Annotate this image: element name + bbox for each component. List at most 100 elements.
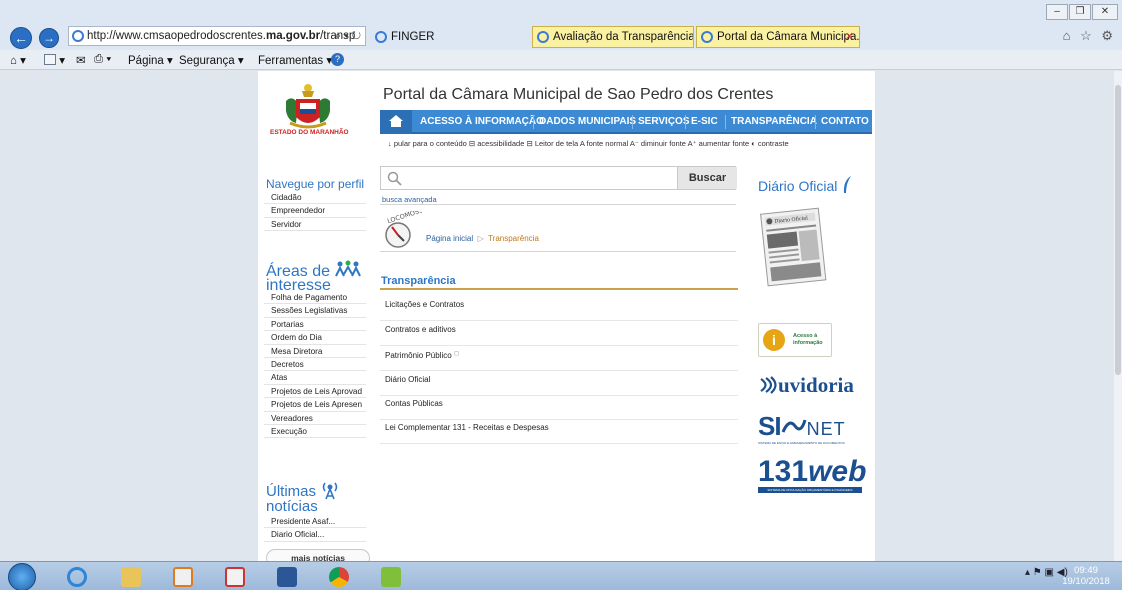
- mail-icon[interactable]: ✉: [76, 53, 86, 67]
- url-domain: ma.gov.br: [265, 30, 321, 42]
- accessibility-bar[interactable]: ↓ pular para o conteúdo ⊟ acessibilidade…: [388, 139, 789, 148]
- acesso-informacao-badge[interactable]: i Acesso à informação: [758, 323, 832, 357]
- address-bar[interactable]: http://www.cmsaopedrodoscrentes.ma.gov.b…: [68, 26, 366, 46]
- word-icon: [277, 567, 297, 587]
- url-prefix: http://www.cmsaopedrodoscrentes.: [87, 30, 266, 42]
- menu-contato[interactable]: CONTATO: [821, 116, 869, 127]
- feeds-icon[interactable]: ▾: [44, 53, 65, 67]
- menu-dados-municipais[interactable]: DADOS MUNICIPAIS: [539, 116, 636, 127]
- area-item[interactable]: Projetos de Leis Apresen: [264, 398, 366, 412]
- news-item[interactable]: Diario Oficial...: [264, 528, 366, 542]
- print-icon[interactable]: ⎙ ▾: [94, 53, 111, 66]
- ouvidoria-logo[interactable]: uvidoria: [758, 373, 854, 398]
- 131web-subtitle: SISTEMA DE DIVULGAÇÃO ORÇAMENTÁRIA E FIN…: [758, 487, 862, 493]
- more-news-button[interactable]: mais notícias: [266, 549, 370, 561]
- area-item[interactable]: Portarias: [264, 318, 366, 332]
- area-item[interactable]: Folha de Pagamento: [264, 291, 366, 305]
- favorite-finger[interactable]: FINGER: [370, 26, 530, 48]
- taskbar-chrome[interactable]: [314, 563, 364, 590]
- site-container: ESTADO DO MARANHÃO Portal da Câmara Muni…: [258, 71, 875, 561]
- locomoss-label: LOCOMOSS: [386, 211, 422, 225]
- taskbar-media[interactable]: [158, 563, 208, 590]
- area-item[interactable]: Decretos: [264, 358, 366, 372]
- state-label: ESTADO DO MARANHÃO: [270, 129, 349, 136]
- menu-transparencia[interactable]: TRANSPARÊNCIA: [731, 116, 817, 127]
- tab-portal-camara[interactable]: Portal da Câmara Municipa... ✕: [696, 26, 860, 48]
- diario-oficial-heading[interactable]: Diário Oficial: [758, 175, 853, 195]
- home-menu-button[interactable]: [380, 110, 412, 134]
- home-icon[interactable]: ⌂ ▾: [10, 53, 26, 67]
- search-input[interactable]: Buscar: [380, 166, 737, 190]
- area-item[interactable]: Ordem do Dia: [264, 331, 366, 345]
- link-lei-131[interactable]: Lei Complementar 131 - Receitas e Despes…: [380, 419, 738, 444]
- siofnet-subtitle: SISTEMA DE ENVIO E ARMAZENAMENTO DE DOCU…: [758, 441, 845, 445]
- clock[interactable]: 09:49 19/10/2018: [1056, 565, 1116, 587]
- menu-seguranca[interactable]: Segurança ▾: [179, 53, 244, 67]
- back-button[interactable]: ←: [10, 27, 32, 49]
- breadcrumb-current: Transparência: [488, 234, 539, 243]
- area-item[interactable]: Vereadores: [264, 412, 366, 425]
- menu-servicos[interactable]: SERVIÇOS: [638, 116, 690, 127]
- area-item[interactable]: Projetos de Leis Aprovad: [264, 385, 366, 399]
- link-diario[interactable]: Diário Oficial: [380, 371, 738, 396]
- area-item[interactable]: Mesa Diretora: [264, 345, 366, 358]
- info-icon: i: [763, 329, 785, 351]
- taskbar-explorer[interactable]: [106, 563, 156, 590]
- page-viewport: ESTADO DO MARANHÃO Portal da Câmara Muni…: [0, 71, 1114, 561]
- help-icon[interactable]: ?: [331, 53, 344, 66]
- 131web-logo[interactable]: 131web: [758, 455, 866, 489]
- breadcrumb-home[interactable]: Página inicial: [426, 234, 473, 243]
- close-window-button[interactable]: ✕: [1092, 4, 1118, 20]
- menu-acesso-informacao[interactable]: ACESSO À INFORMAÇÃO: [420, 116, 544, 127]
- link-patrimonio[interactable]: Patrimônio Público ◻: [380, 346, 738, 371]
- close-tab-icon[interactable]: ✕: [845, 27, 854, 47]
- areas-heading: Áreas de interesse: [266, 260, 361, 294]
- start-button[interactable]: [8, 563, 36, 590]
- taskbar-word[interactable]: [262, 563, 312, 590]
- tab-title: Avaliação da Transparência do...: [553, 31, 694, 43]
- tab-avaliacao[interactable]: Avaliação da Transparência do...: [532, 26, 694, 48]
- vertical-scrollbar[interactable]: [1114, 71, 1122, 561]
- news-item[interactable]: Presidente Asaf...: [264, 515, 366, 529]
- link-contas[interactable]: Contas Públicas: [380, 395, 738, 420]
- restore-button[interactable]: ❐: [1069, 4, 1091, 20]
- main-menu: ACESSO À INFORMAÇÃO DADOS MUNICIPAIS SER…: [380, 110, 872, 134]
- taskbar-snipping[interactable]: [210, 563, 260, 590]
- siofnet-wave-icon: [781, 419, 807, 433]
- search-refresh-icon[interactable]: ⌕ ▾ ↻: [335, 27, 361, 45]
- link-contratos[interactable]: Contratos e aditivos: [380, 321, 738, 346]
- menu-pagina[interactable]: Página ▾: [128, 53, 173, 67]
- scroll-thumb[interactable]: [1115, 85, 1121, 375]
- forward-button[interactable]: →: [39, 28, 59, 48]
- link-licitacoes[interactable]: Licitações e Contratos: [380, 296, 738, 321]
- advanced-search-link[interactable]: busca avançada: [382, 195, 437, 204]
- menu-ferramentas[interactable]: Ferramentas ▾: [258, 53, 332, 67]
- ie-page-icon: [72, 30, 84, 42]
- search-button[interactable]: Buscar: [677, 167, 737, 189]
- profile-list: Cidadão Empreendedor Servidor: [264, 191, 366, 232]
- profile-item[interactable]: Empreendedor: [264, 204, 366, 218]
- people-icon: [334, 260, 361, 277]
- clock-date: 19/10/2018: [1062, 576, 1110, 587]
- section-title: Transparência: [381, 275, 456, 287]
- tab-title: Portal da Câmara Municipa...: [717, 31, 860, 43]
- area-item[interactable]: Sessões Legislativas: [264, 304, 366, 318]
- profile-item[interactable]: Cidadão: [264, 191, 366, 205]
- site-title: Portal da Câmara Municipal de Sao Pedro …: [383, 86, 774, 103]
- chrome-icon: [329, 567, 349, 587]
- locomoss-compass-icon: LOCOMOSS: [385, 211, 422, 248]
- clock-time: 09:49: [1074, 565, 1098, 576]
- profile-heading: Navegue por perfil: [266, 177, 365, 191]
- menu-esic[interactable]: E-SIC: [691, 116, 718, 127]
- media-player-icon: [173, 567, 193, 587]
- area-item[interactable]: Execução: [264, 425, 366, 439]
- area-item[interactable]: Atas: [264, 371, 366, 385]
- siofnet-logo[interactable]: SI NET: [758, 411, 846, 442]
- taskbar-project[interactable]: [366, 563, 416, 590]
- home-favorites-tools-icons[interactable]: ⌂ ☆ ⚙: [1063, 28, 1116, 44]
- minimize-button[interactable]: –: [1046, 4, 1068, 20]
- diario-oficial-thumbnail[interactable]: Diario Oficial: [758, 203, 828, 288]
- taskbar-ie[interactable]: [52, 563, 102, 590]
- news-list: Presidente Asaf... Diario Oficial...: [264, 515, 366, 542]
- profile-item[interactable]: Servidor: [264, 218, 366, 232]
